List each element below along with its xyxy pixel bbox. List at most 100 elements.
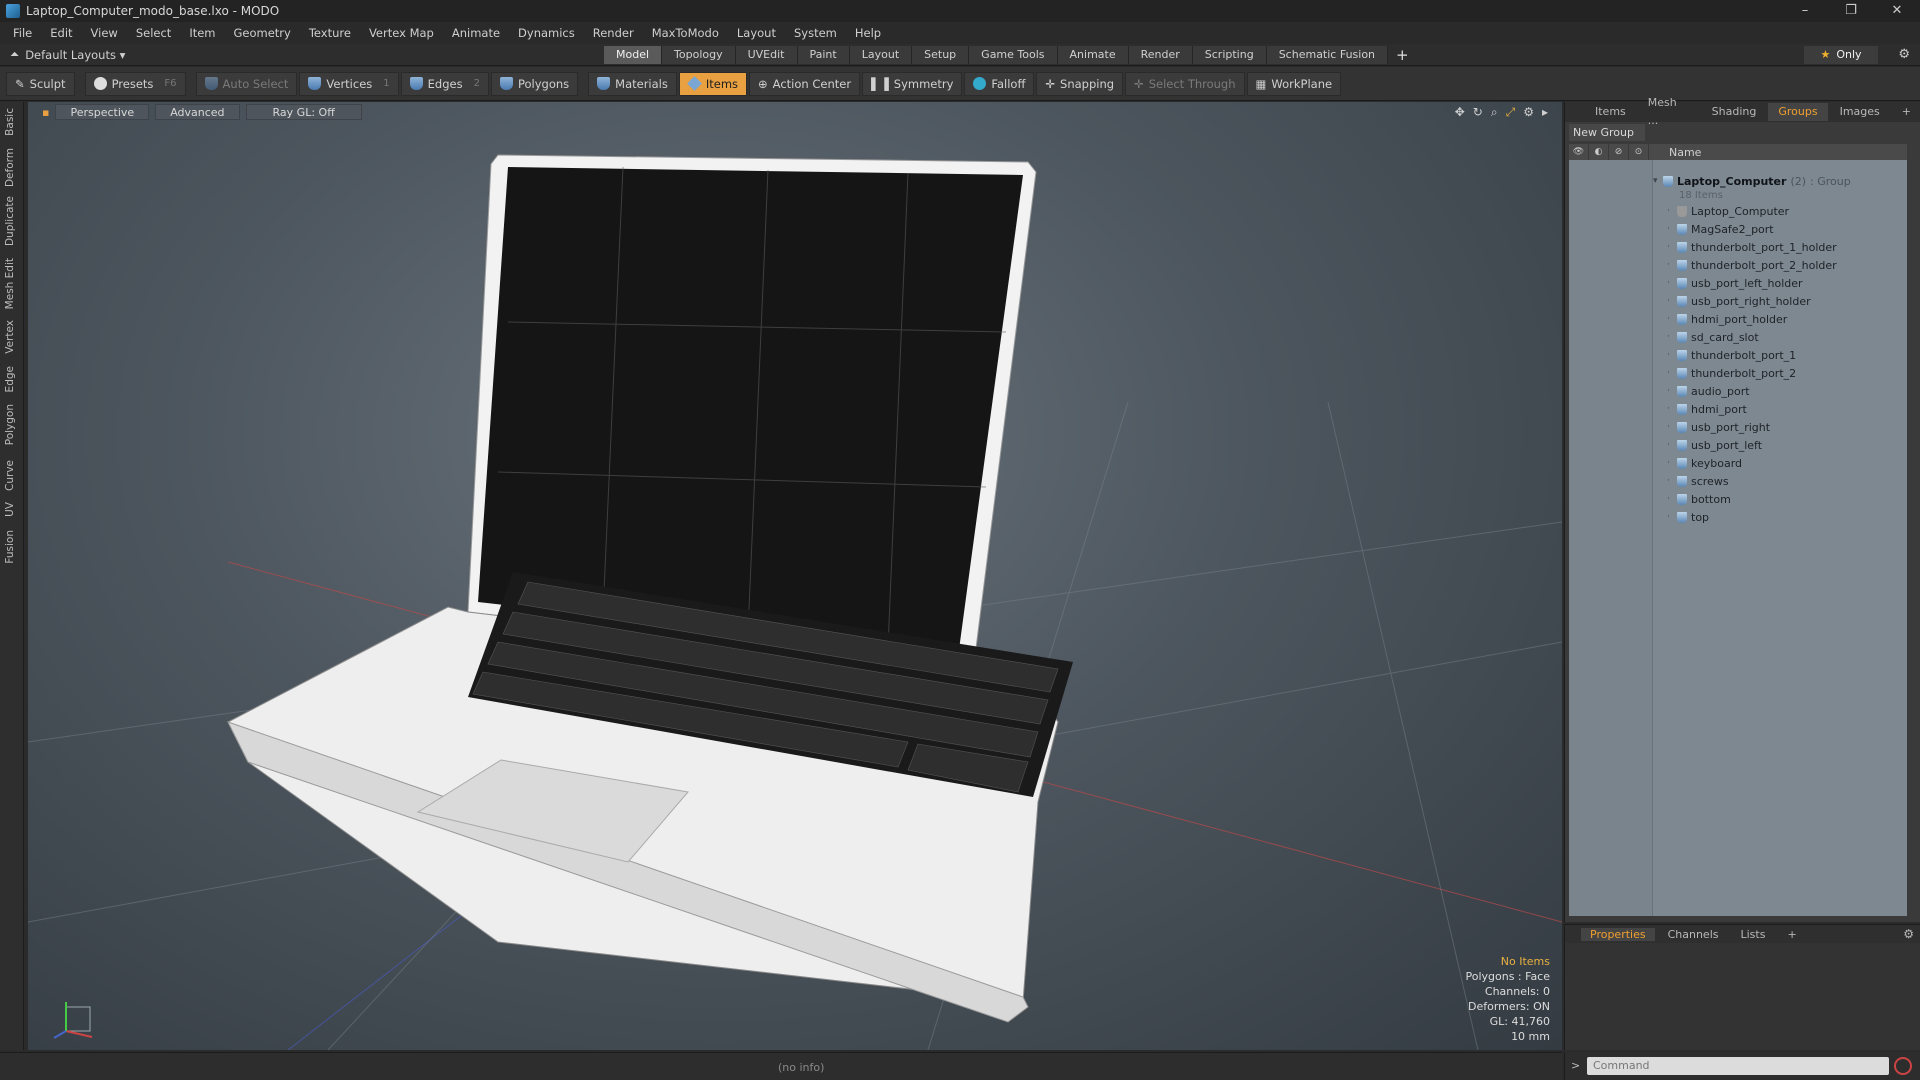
workplane-button[interactable]: ▦ WorkPlane (1246, 71, 1342, 96)
add-properties-tab-icon[interactable]: + (1778, 928, 1805, 941)
list-item[interactable]: · screws (1667, 472, 1729, 490)
minimize-button[interactable]: – (1782, 0, 1828, 22)
menu-maxtomodo[interactable]: MaxToModo (643, 26, 728, 40)
list-item[interactable]: · thunderbolt_port_1_holder (1667, 238, 1837, 256)
command-input[interactable]: Command (1587, 1057, 1889, 1075)
menu-item[interactable]: Item (180, 26, 224, 40)
tab-schematic-fusion[interactable]: Schematic Fusion (1266, 46, 1389, 64)
polygons-button[interactable]: Polygons (490, 71, 579, 96)
viewport-settings-icon[interactable]: ⚙ (1523, 105, 1534, 120)
properties-gear-icon[interactable]: ⚙ (1903, 927, 1914, 941)
fit-icon[interactable]: ⤢ (1506, 105, 1516, 120)
tab-layout[interactable]: Layout (849, 46, 913, 64)
menu-dynamics[interactable]: Dynamics (509, 26, 584, 40)
list-item[interactable]: · sd_card_slot (1667, 328, 1759, 346)
vtab-polygon[interactable]: Polygon (4, 404, 16, 445)
vtab-fusion[interactable]: Fusion (4, 530, 16, 564)
auto-select-button[interactable]: Auto Select (195, 71, 298, 96)
vtab-basic[interactable]: Basic (4, 108, 16, 136)
symmetry-button[interactable]: ▌▐ Symmetry (862, 71, 963, 96)
visibility-column-icon[interactable]: 👁 (1569, 144, 1589, 160)
presets-button[interactable]: Presets F6 (84, 71, 186, 96)
add-panel-tab-icon[interactable]: + (1892, 103, 1920, 121)
expand-arrow-icon[interactable]: ▸ (1542, 105, 1548, 120)
list-item[interactable]: · keyboard (1667, 454, 1742, 472)
3d-viewport[interactable]: ▪ Perspective Advanced Ray GL: Off ✥ ↻ ⌕… (28, 102, 1562, 1050)
falloff-button[interactable]: Falloff (964, 71, 1035, 96)
menu-view[interactable]: View (82, 26, 127, 40)
vtab-vertex[interactable]: Vertex (4, 320, 16, 354)
only-button[interactable]: ★ Only (1804, 46, 1878, 64)
menu-vertex-map[interactable]: Vertex Map (360, 26, 443, 40)
vtab-uv[interactable]: UV (4, 502, 16, 517)
select-through-button[interactable]: ✛ Select Through (1125, 71, 1245, 96)
snapping-button[interactable]: ✛ Snapping (1036, 71, 1124, 96)
tab-images[interactable]: Images (1830, 103, 1890, 121)
raygl-toggle[interactable]: Ray GL: Off (245, 104, 362, 120)
list-item[interactable]: · thunderbolt_port_2_holder (1667, 256, 1837, 274)
tab-render[interactable]: Render (1128, 46, 1193, 64)
menu-geometry[interactable]: Geometry (225, 26, 300, 40)
restore-button[interactable]: ❐ (1828, 0, 1874, 22)
tab-scripting[interactable]: Scripting (1192, 46, 1267, 64)
vtab-curve[interactable]: Curve (4, 460, 16, 491)
vertices-button[interactable]: Vertices 1 (299, 71, 399, 96)
select-column-icon[interactable]: ⊙ (1629, 144, 1649, 160)
tab-groups[interactable]: Groups (1768, 103, 1828, 121)
list-item[interactable]: · usb_port_right (1667, 418, 1770, 436)
close-button[interactable]: ✕ (1874, 0, 1920, 22)
vtab-edge[interactable]: Edge (4, 366, 16, 392)
menu-help[interactable]: Help (846, 26, 890, 40)
list-item[interactable]: · usb_port_left (1667, 436, 1762, 454)
edges-button[interactable]: Edges 2 (400, 71, 489, 96)
render-column-icon[interactable]: ◐ (1589, 144, 1609, 160)
zoom-icon[interactable]: ⌕ (1491, 105, 1498, 120)
list-item[interactable]: · bottom (1667, 490, 1731, 508)
collapse-arrow-icon[interactable]: ▾ (1653, 176, 1663, 186)
menu-file[interactable]: File (4, 26, 41, 40)
add-tab-icon[interactable]: + (1388, 46, 1417, 64)
gear-icon[interactable]: ⚙ (1898, 47, 1910, 62)
tab-paint[interactable]: Paint (797, 46, 850, 64)
list-item[interactable]: · usb_port_left_holder (1667, 274, 1803, 292)
menu-edit[interactable]: Edit (41, 26, 81, 40)
viewport-menu-icon[interactable]: ▪ (42, 106, 49, 119)
tab-uvedit[interactable]: UVEdit (735, 46, 798, 64)
tab-topology[interactable]: Topology (662, 46, 736, 64)
perspective-dropdown[interactable]: Perspective (55, 104, 150, 120)
list-item[interactable]: · top (1667, 508, 1709, 526)
menu-texture[interactable]: Texture (300, 26, 360, 40)
lock-column-icon[interactable]: ⊘ (1609, 144, 1629, 160)
sculpt-button[interactable]: ✎ Sculpt (6, 71, 75, 96)
group-list[interactable]: ▾ Laptop_Computer (2) : Group 18 Items ·… (1569, 160, 1907, 916)
tab-properties[interactable]: Properties (1581, 927, 1655, 941)
tab-items[interactable]: Items (1585, 103, 1636, 121)
menu-layout[interactable]: Layout (728, 26, 785, 40)
pan-icon[interactable]: ✥ (1455, 105, 1465, 120)
menu-animate[interactable]: Animate (443, 26, 509, 40)
new-group-button[interactable]: New Group (1569, 124, 1645, 141)
shading-dropdown[interactable]: Advanced (155, 104, 240, 120)
menu-select[interactable]: Select (127, 26, 180, 40)
tab-mesh[interactable]: Mesh ... (1638, 94, 1700, 130)
tab-animate[interactable]: Animate (1057, 46, 1129, 64)
default-layouts-dropdown[interactable]: ⏶ Default Layouts ▾ (10, 47, 125, 62)
list-item[interactable]: · hdmi_port_holder (1667, 310, 1787, 328)
materials-button[interactable]: Materials (588, 71, 677, 96)
tab-game-tools[interactable]: Game Tools (969, 46, 1058, 64)
tab-setup[interactable]: Setup (912, 46, 970, 64)
list-item[interactable]: · thunderbolt_port_1 (1667, 346, 1796, 364)
list-item[interactable]: · audio_port (1667, 382, 1750, 400)
tab-model[interactable]: Model (604, 46, 663, 64)
vtab-mesh-edit[interactable]: Mesh Edit (4, 258, 16, 309)
tab-shading[interactable]: Shading (1702, 103, 1767, 121)
tab-lists[interactable]: Lists (1732, 928, 1775, 941)
list-item[interactable]: · Laptop_Computer (1667, 202, 1789, 220)
items-button[interactable]: Items (678, 71, 748, 96)
menu-system[interactable]: System (785, 26, 846, 40)
rotate-icon[interactable]: ↻ (1473, 105, 1483, 120)
menu-render[interactable]: Render (584, 26, 643, 40)
vtab-deform[interactable]: Deform (4, 148, 16, 187)
action-center-button[interactable]: ⊕ Action Center (749, 71, 861, 96)
list-item[interactable]: · usb_port_right_holder (1667, 292, 1811, 310)
